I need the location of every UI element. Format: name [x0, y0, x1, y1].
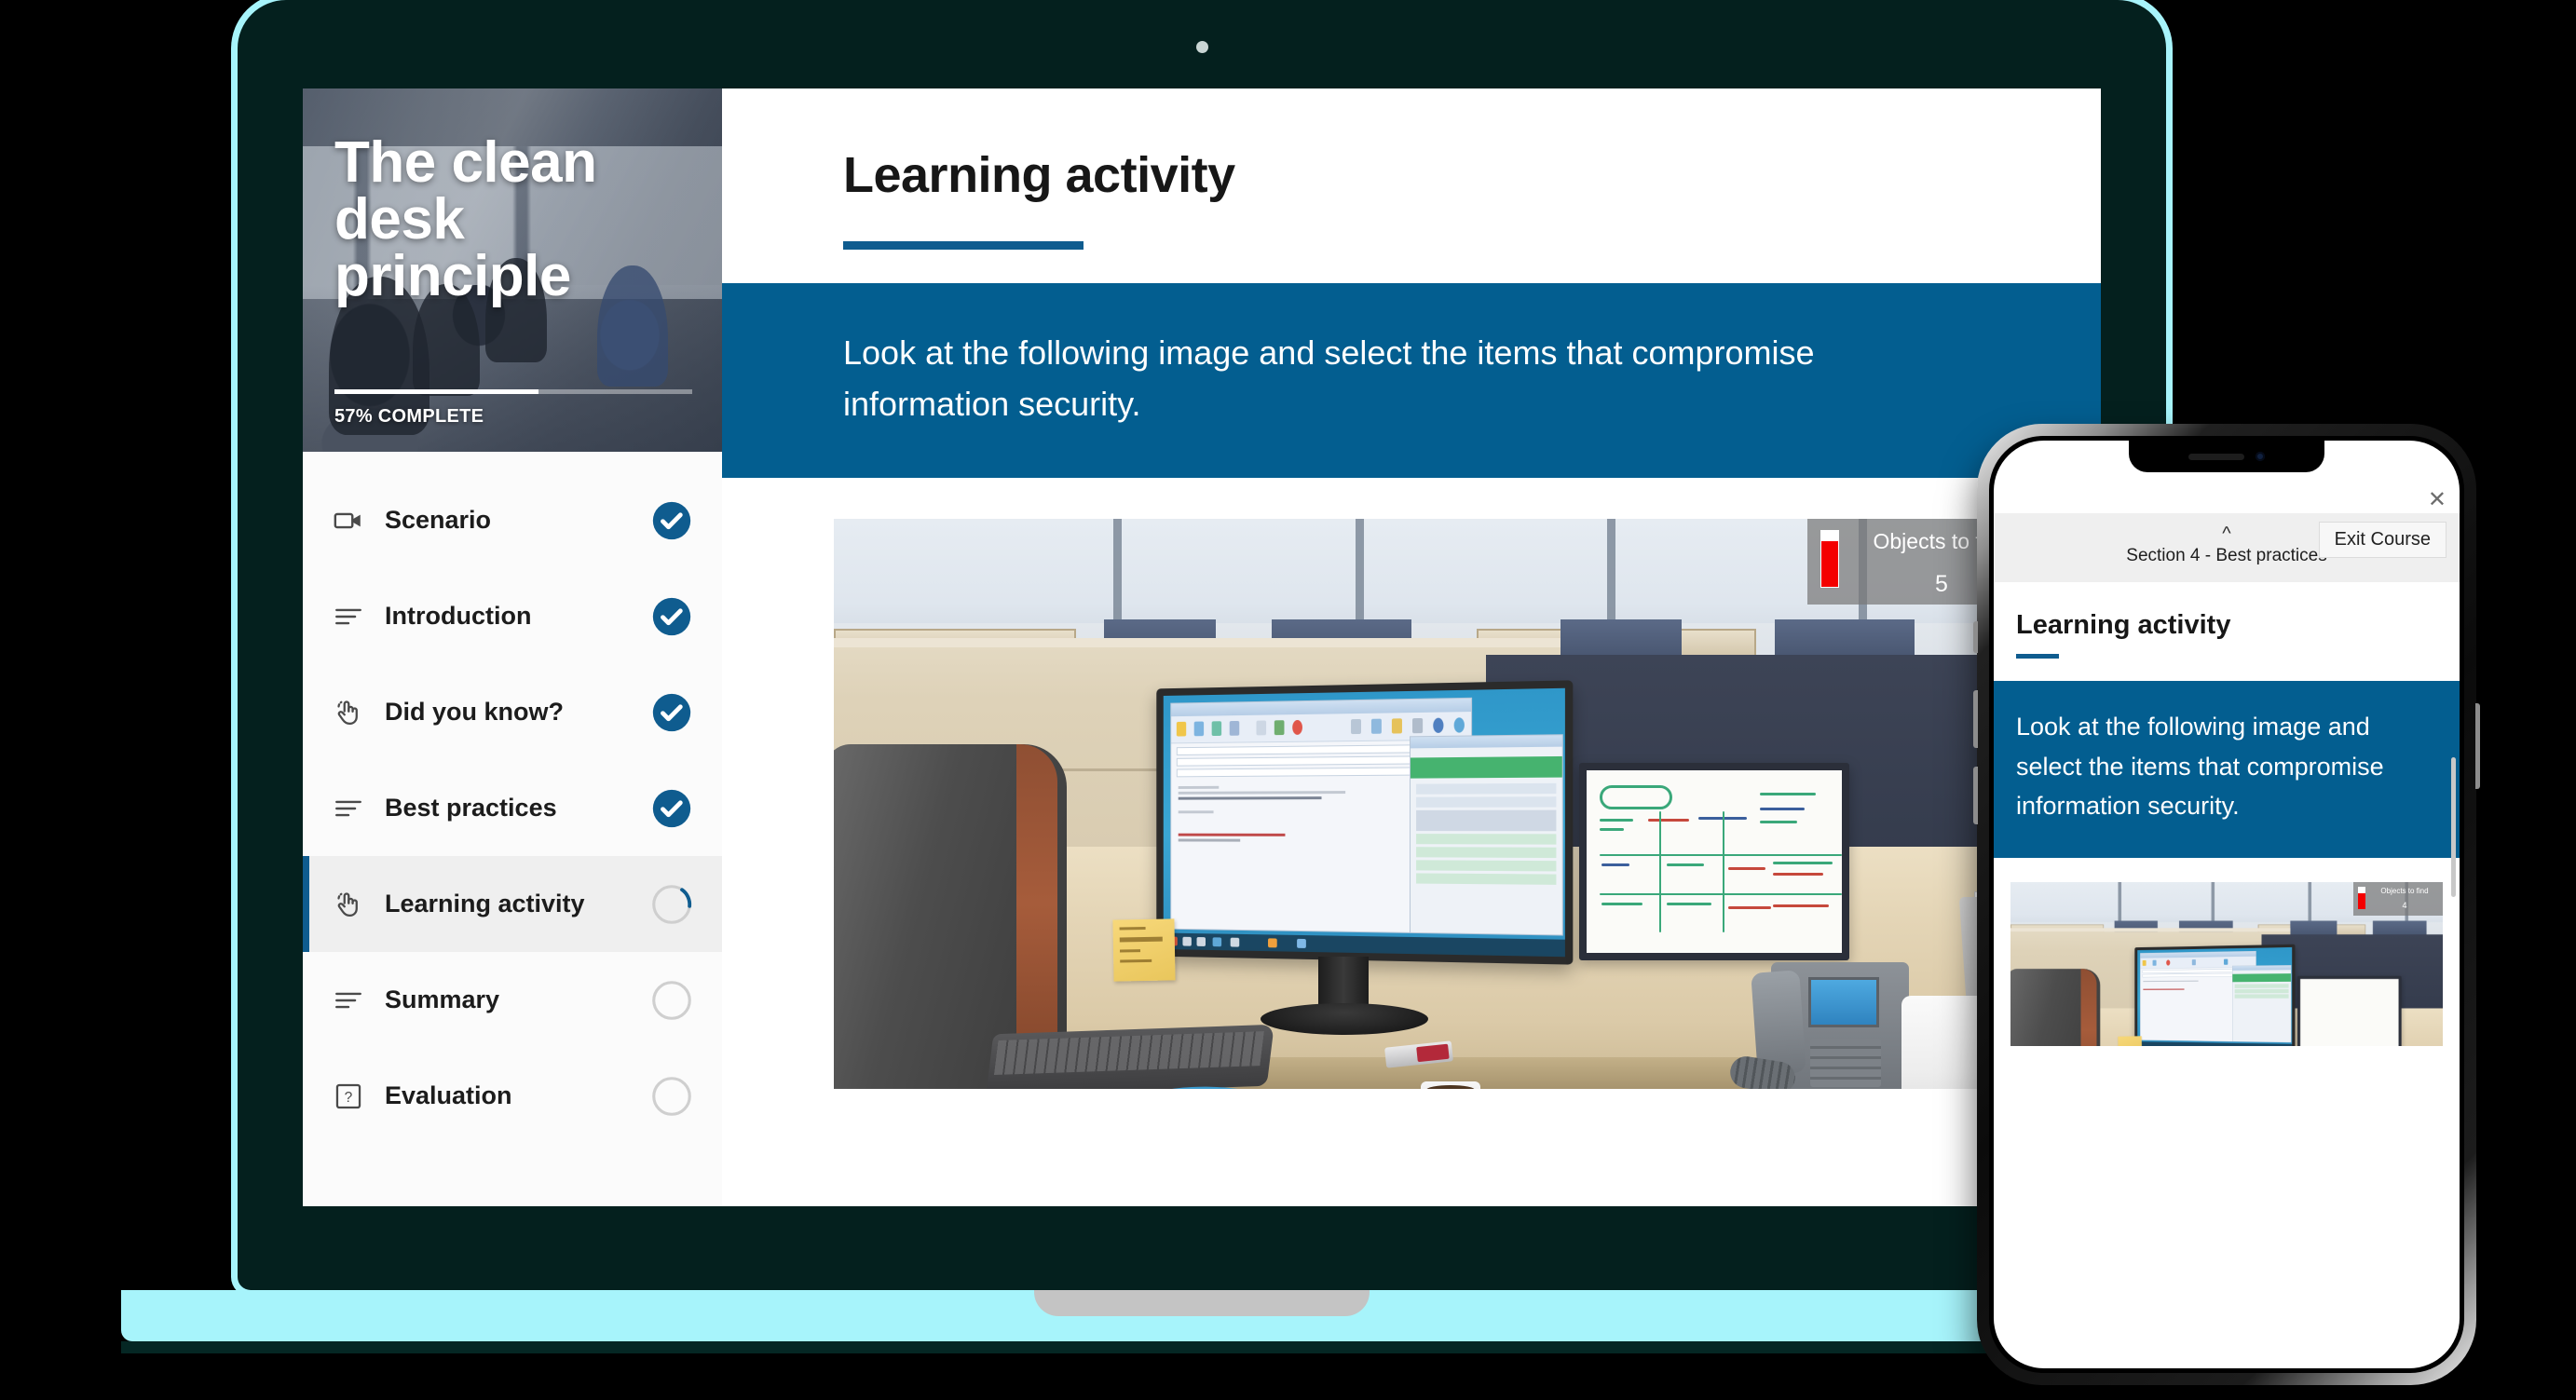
- video-camera-icon: [331, 503, 366, 538]
- phone-silent-switch[interactable]: [1973, 621, 1978, 653]
- phone-bezel: ✕ ^ Section 4 - Best practices Exit Cour…: [1989, 436, 2464, 1373]
- phone-speaker-grille: [2188, 453, 2244, 460]
- phone-scrollbar[interactable]: [2451, 757, 2456, 897]
- svg-text:?: ?: [345, 1090, 353, 1106]
- sidebar-item-label: Scenario: [385, 506, 492, 534]
- course-progress-label: 57% COMPLETE: [334, 406, 484, 427]
- status-complete-icon: [651, 788, 692, 829]
- sidebar-item-label: Summary: [385, 985, 500, 1013]
- password-sticky-note: [1112, 918, 1176, 983]
- sidebar-item-introduction[interactable]: Introduction: [303, 568, 722, 664]
- phone-instruction-banner: Look at the following image and select t…: [1994, 681, 2460, 858]
- sidebar-item-best-practices[interactable]: Best practices: [303, 760, 722, 856]
- phone-volume-down-button[interactable]: [1973, 767, 1978, 824]
- sidebar-item-scenario[interactable]: Scenario: [303, 472, 722, 568]
- desk-keyboard: [986, 1025, 1274, 1090]
- laptop-camera-icon: [1196, 41, 1208, 53]
- sidebar-item-evaluation[interactable]: ? Evaluation: [303, 1048, 722, 1144]
- laptop-base-notch: [1034, 1290, 1370, 1316]
- phone-page-title: Learning activity: [2016, 610, 2231, 640]
- whiteboard: [1579, 763, 1849, 961]
- phone-objects-to-find-label: Objects to find: [2380, 886, 2429, 895]
- laptop-screen: The clean desk principle 57% COMPLETE Sc…: [303, 88, 2101, 1206]
- sidebar-item-label: Introduction: [385, 602, 532, 630]
- hand-tap-icon: [331, 695, 366, 730]
- laptop-device-frame: The clean desk principle 57% COMPLETE Sc…: [121, 0, 2283, 1353]
- sidebar-item-did-you-know[interactable]: Did you know?: [303, 664, 722, 760]
- phone-objects-gauge: [2358, 886, 2365, 909]
- coffee-cup: [1421, 1081, 1480, 1090]
- phone-title-accent-rule: [2016, 654, 2059, 659]
- phone-activity-image[interactable]: Objects to find 4: [2010, 881, 2443, 1046]
- status-complete-icon: [651, 500, 692, 541]
- close-icon[interactable]: ✕: [2428, 489, 2447, 511]
- title-accent-rule: [843, 241, 1084, 250]
- course-hero-banner: The clean desk principle 57% COMPLETE: [303, 88, 722, 452]
- phone-objects-to-find-hud: Objects to find 4: [2353, 881, 2443, 916]
- screenshot-stage: The clean desk principle 57% COMPLETE Sc…: [0, 0, 2576, 1400]
- course-progress-bar: [334, 389, 692, 394]
- status-complete-icon: [651, 596, 692, 637]
- sidebar-item-label: Did you know?: [385, 698, 564, 726]
- text-lines-icon: [331, 791, 366, 826]
- phone-power-button[interactable]: [2475, 703, 2480, 789]
- objects-gauge: [1820, 530, 1839, 589]
- laptop-base-shadow: [121, 1341, 2283, 1353]
- status-not-started-icon: [651, 980, 692, 1021]
- phone-volume-up-button[interactable]: [1973, 690, 1978, 748]
- course-progress-fill: [334, 389, 538, 394]
- sidebar-item-summary[interactable]: Summary: [303, 952, 722, 1048]
- page-title: Learning activity: [843, 147, 1235, 203]
- course-nav-list: Scenario Introduction Did you know? Best…: [303, 452, 722, 1144]
- sidebar-item-label: Best practices: [385, 794, 557, 822]
- phone-camera-icon: [2256, 452, 2265, 461]
- phone-top-bar: ^ Section 4 - Best practices Exit Course: [1994, 513, 2460, 582]
- exit-course-button[interactable]: Exit Course: [2318, 522, 2447, 558]
- chevron-up-icon[interactable]: ^: [2222, 524, 2230, 543]
- phone-device-frame: ✕ ^ Section 4 - Best practices Exit Cour…: [1973, 424, 2480, 1385]
- phone-screen: ✕ ^ Section 4 - Best practices Exit Cour…: [1994, 441, 2460, 1368]
- status-complete-icon: [651, 692, 692, 733]
- sidebar-item-label: Learning activity: [385, 890, 585, 917]
- phone-objects-gauge-fill: [2358, 892, 2365, 909]
- phone-instruction-text: Look at the following image and select t…: [2016, 713, 2384, 821]
- text-lines-icon: [331, 983, 366, 1018]
- objects-gauge-fill: [1821, 541, 1838, 588]
- instruction-text: Look at the following image and select t…: [843, 333, 1815, 423]
- instruction-banner: Look at the following image and select t…: [722, 283, 2101, 479]
- text-lines-icon: [331, 599, 366, 634]
- status-not-started-icon: [651, 1076, 692, 1117]
- phone-objects-to-find-count: 4: [2402, 900, 2407, 910]
- main-content: Learning activity Look at the following …: [722, 88, 2101, 1206]
- status-in-progress-icon: [651, 884, 692, 925]
- course-sidebar: The clean desk principle 57% COMPLETE Sc…: [303, 88, 722, 1206]
- question-box-icon: ?: [331, 1079, 366, 1114]
- course-title: The clean desk principle: [334, 130, 597, 308]
- sidebar-item-label: Evaluation: [385, 1081, 512, 1109]
- sidebar-item-learning-activity[interactable]: Learning activity: [303, 856, 722, 952]
- hand-tap-icon: [331, 887, 366, 922]
- phone-notch: [2129, 441, 2324, 472]
- desk-monitor: [1156, 680, 1574, 966]
- activity-image[interactable]: Objects to find 5: [834, 519, 2040, 1090]
